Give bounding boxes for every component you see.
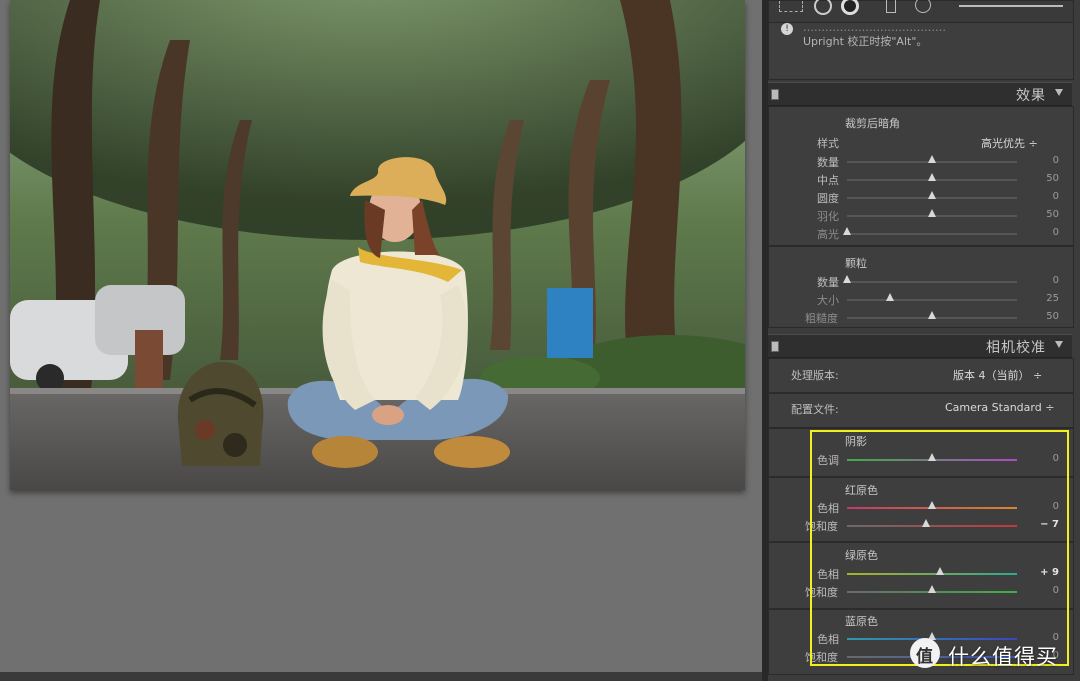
slider-track[interactable] bbox=[847, 293, 1017, 301]
vignette-style-dropdown[interactable]: 高光优先 ÷ bbox=[981, 135, 1038, 151]
slider-label: 圆度 bbox=[817, 192, 839, 205]
circle-icon[interactable] bbox=[915, 0, 931, 13]
slider-track[interactable] bbox=[847, 209, 1017, 217]
slider-thumb[interactable] bbox=[843, 227, 851, 235]
calibration-title: 相机校准 bbox=[986, 340, 1046, 356]
brush-size-slider[interactable] bbox=[959, 5, 1063, 7]
collapse-triangle-icon[interactable] bbox=[1055, 89, 1063, 96]
slider-value: 50 bbox=[1046, 311, 1059, 322]
info-icon: ! bbox=[781, 23, 793, 35]
process-section: 处理版本: 版本 4（当前） ÷ 配置文件: Camera Standard ÷ bbox=[768, 358, 1074, 428]
slider-track[interactable] bbox=[843, 275, 1017, 283]
slider-track[interactable] bbox=[847, 311, 1017, 319]
panel-toggle-icon[interactable] bbox=[771, 89, 779, 100]
collapse-triangle-icon[interactable] bbox=[1055, 341, 1063, 348]
rect-icon[interactable] bbox=[886, 0, 896, 13]
filmstrip-bar bbox=[0, 672, 762, 681]
separator bbox=[769, 392, 1073, 394]
process-label: 处理版本: bbox=[791, 369, 839, 382]
slider-label: 大小 bbox=[817, 294, 839, 307]
vignette-title: 裁剪后暗角 bbox=[845, 117, 900, 130]
watermark-logo-char: 值 bbox=[916, 647, 933, 667]
grid-icon[interactable] bbox=[779, 1, 803, 12]
crop-circle-icon[interactable] bbox=[814, 0, 832, 15]
slider-value: 25 bbox=[1046, 293, 1059, 304]
vignette-section: 裁剪后暗角 样式 高光优先 ÷ 数量 0 中点 50 圆度 0 羽化 50 高光 0 bbox=[768, 106, 1074, 246]
slider-label: 高光 bbox=[817, 228, 839, 241]
slider-thumb[interactable] bbox=[885, 293, 894, 301]
grain-title: 颗粒 bbox=[845, 257, 867, 270]
watermark-logo: 值 bbox=[910, 638, 940, 668]
slider-track[interactable] bbox=[847, 155, 1017, 163]
effects-title: 效果 bbox=[1016, 88, 1046, 104]
slider-value: 0 bbox=[1052, 191, 1059, 202]
slider-thumb[interactable] bbox=[843, 275, 851, 283]
photo-image bbox=[10, 0, 745, 490]
slider-thumb[interactable] bbox=[928, 311, 936, 319]
slider-track[interactable] bbox=[847, 191, 1017, 199]
calibration-header[interactable]: 相机校准 bbox=[768, 334, 1072, 358]
slider-value: 0 bbox=[1052, 227, 1059, 238]
slider-value: 50 bbox=[1046, 209, 1059, 220]
process-dropdown[interactable]: 版本 4（当前） ÷ bbox=[953, 367, 1042, 383]
slider-track[interactable] bbox=[843, 227, 1017, 235]
slider-label: 数量 bbox=[817, 156, 839, 169]
slider-value: 50 bbox=[1046, 173, 1059, 184]
profile-label: 配置文件: bbox=[791, 403, 839, 416]
profile-dropdown[interactable]: Camera Standard ÷ bbox=[945, 401, 1054, 414]
slider-label: 中点 bbox=[817, 174, 839, 187]
slider-thumb[interactable] bbox=[928, 191, 936, 199]
grain-section: 颗粒 数量 0 大小 25 粗糙度 50 bbox=[768, 246, 1074, 328]
panel-toggle-icon[interactable] bbox=[771, 341, 779, 352]
target-icon[interactable] bbox=[841, 0, 859, 15]
slider-thumb[interactable] bbox=[928, 155, 936, 163]
slider-label: 羽化 bbox=[817, 210, 839, 223]
effects-header[interactable]: 效果 bbox=[768, 82, 1072, 106]
info-note: ! ………………………………… Upright 校正时按"Alt"。 bbox=[768, 21, 1074, 80]
slider-thumb[interactable] bbox=[928, 173, 936, 181]
slider-label: 数量 bbox=[817, 276, 839, 289]
watermark: 值 什么值得买 bbox=[910, 636, 1076, 670]
vignette-style-label: 样式 bbox=[817, 137, 839, 150]
info-note-line2: Upright 校正时按"Alt"。 bbox=[803, 35, 928, 48]
slider-value: 0 bbox=[1052, 275, 1059, 286]
highlight-box bbox=[810, 430, 1069, 666]
photo-preview[interactable] bbox=[10, 0, 745, 490]
slider-thumb[interactable] bbox=[928, 209, 936, 217]
slider-track[interactable] bbox=[847, 173, 1017, 181]
photo-stage bbox=[0, 0, 762, 681]
watermark-text: 什么值得买 bbox=[948, 645, 1058, 669]
slider-value: 0 bbox=[1052, 155, 1059, 166]
slider-label: 粗糙度 bbox=[805, 312, 838, 325]
